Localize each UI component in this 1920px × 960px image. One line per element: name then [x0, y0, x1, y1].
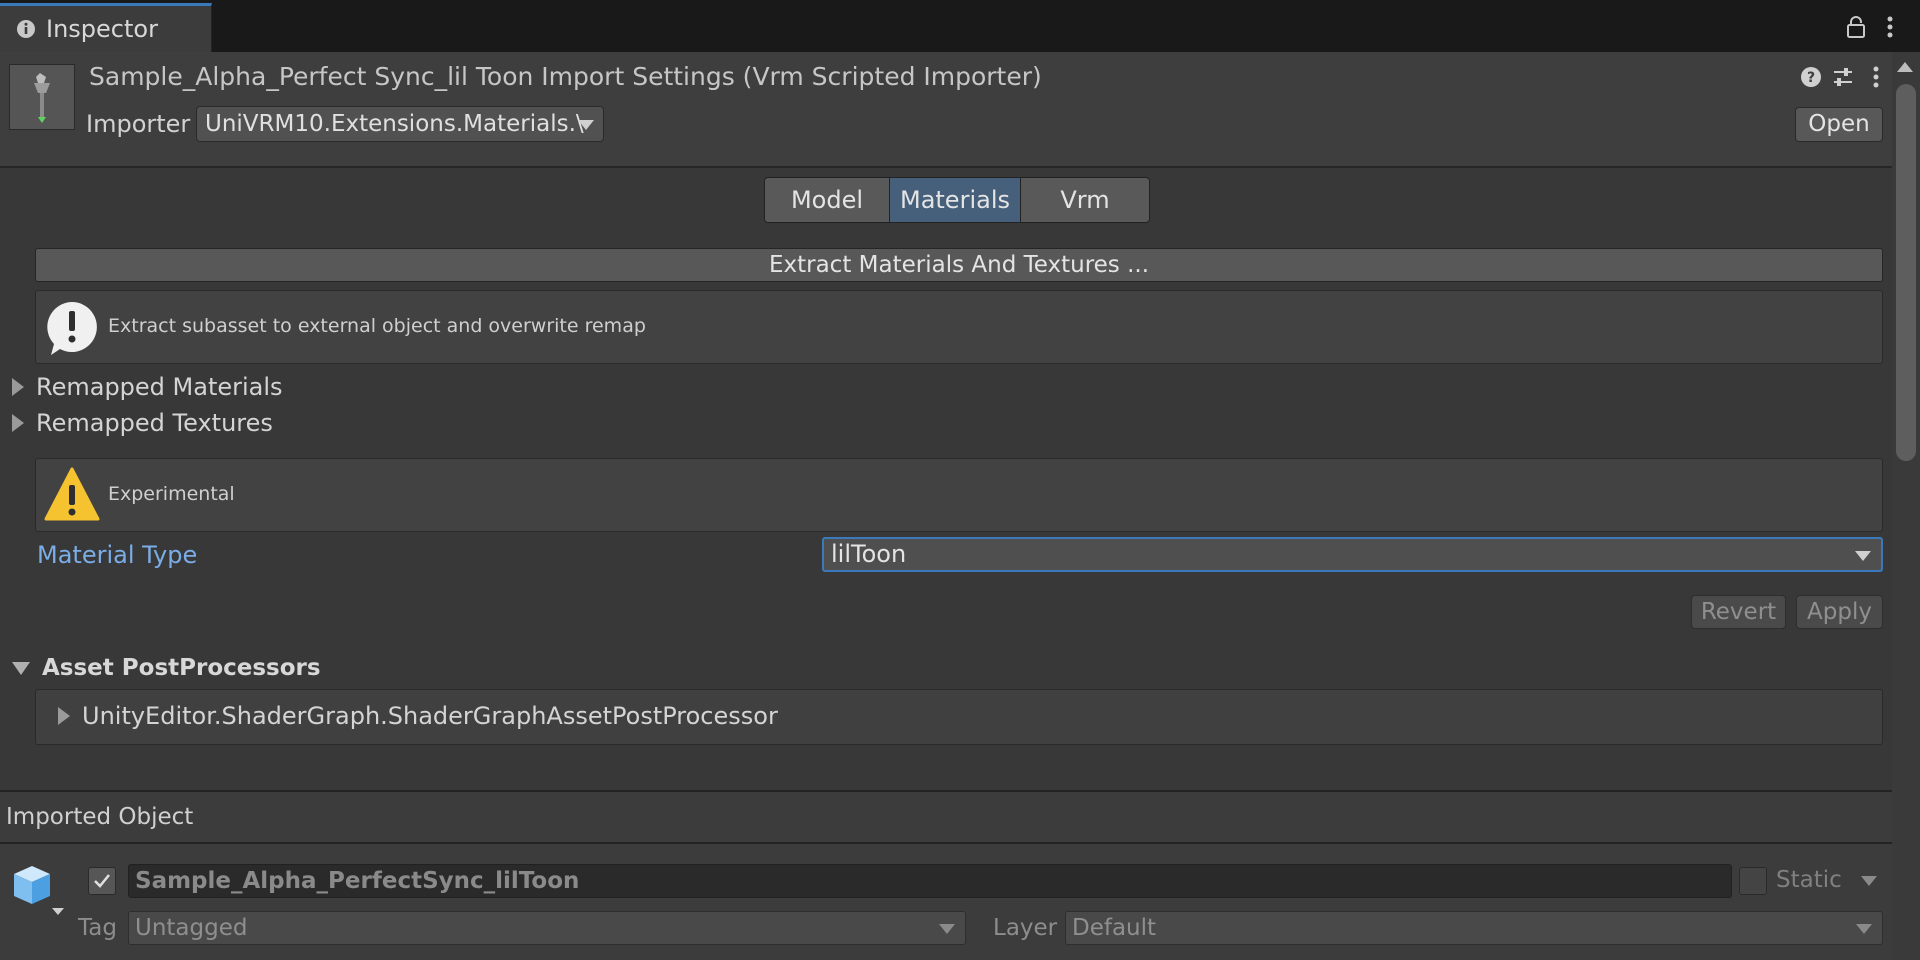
remapped-textures-foldout[interactable]: Remapped Textures: [12, 409, 273, 437]
material-type-dropdown[interactable]: lilToon: [822, 537, 1883, 572]
static-dropdown-chevron-icon[interactable]: [1861, 876, 1877, 886]
postprocessor-item-label: UnityEditor.ShaderGraph.ShaderGraphAsset…: [82, 702, 778, 730]
tab-materials[interactable]: Materials: [890, 178, 1021, 222]
preset-icon[interactable]: [1832, 66, 1854, 88]
remapped-materials-foldout[interactable]: Remapped Materials: [12, 373, 283, 401]
layer-dropdown[interactable]: Default: [1065, 911, 1883, 945]
asset-postprocessors-foldout[interactable]: Asset PostProcessors: [12, 655, 321, 681]
tag-dropdown[interactable]: Untagged: [128, 911, 966, 945]
tab-inspector[interactable]: Inspector: [0, 3, 212, 52]
lock-icon[interactable]: [1846, 15, 1866, 39]
inspector-header: Sample_Alpha_Perfect Sync_lil Toon Impor…: [0, 52, 1892, 168]
imported-object-label: Imported Object: [6, 804, 194, 830]
active-checkbox[interactable]: [88, 867, 116, 895]
importer-dropdown[interactable]: UniVRM10.Extensions.Materials.\: [196, 106, 604, 142]
prefab-cube-icon[interactable]: [10, 862, 66, 920]
chevron-down-icon: [12, 661, 30, 675]
extract-helpbox: Extract subasset to external object and …: [35, 290, 1883, 364]
editor-tab-bar: Inspector: [0, 0, 1920, 52]
static-label: Static: [1776, 867, 1842, 893]
chevron-down-icon: [578, 120, 594, 130]
asset-postprocessors-title: Asset PostProcessors: [42, 655, 321, 681]
scroll-up-arrow-icon[interactable]: [1897, 62, 1913, 72]
layer-value: Default: [1072, 915, 1157, 941]
remapped-textures-label: Remapped Textures: [36, 409, 273, 437]
tab-inspector-label: Inspector: [46, 15, 158, 43]
tab-model[interactable]: Model: [765, 178, 890, 222]
importer-tabs: Model Materials Vrm: [764, 177, 1150, 223]
extract-materials-button[interactable]: Extract Materials And Textures ...: [35, 248, 1883, 282]
more-options-icon[interactable]: [1886, 15, 1894, 39]
experimental-helpbox: Experimental: [35, 458, 1883, 532]
scrollbar-thumb[interactable]: [1896, 84, 1916, 461]
asset-thumbnail: [9, 64, 75, 130]
chevron-down-icon: [939, 924, 955, 934]
postprocessor-item[interactable]: UnityEditor.ShaderGraph.ShaderGraphAsset…: [58, 702, 778, 730]
extract-help-text: Extract subasset to external object and …: [108, 315, 646, 337]
info-bubble-icon: [44, 299, 100, 357]
object-name-field[interactable]: Sample_Alpha_PerfectSync_lilToon: [128, 864, 1732, 898]
checkmark-icon: [94, 874, 110, 888]
svg-text:?: ?: [1807, 70, 1815, 86]
header-more-icon[interactable]: [1872, 66, 1880, 88]
tab-vrm[interactable]: Vrm: [1021, 178, 1149, 222]
imported-object-header: Imported Object: [0, 790, 1892, 844]
warning-icon: [44, 465, 100, 523]
chevron-right-icon: [12, 414, 24, 432]
info-icon: [16, 19, 36, 39]
chevron-right-icon: [58, 707, 70, 725]
importer-value: UniVRM10.Extensions.Materials.\: [205, 111, 584, 137]
remapped-materials-label: Remapped Materials: [36, 373, 283, 401]
open-button[interactable]: Open: [1795, 107, 1883, 142]
tag-label: Tag: [78, 915, 117, 941]
page-title: Sample_Alpha_Perfect Sync_lil Toon Impor…: [89, 62, 1042, 91]
chevron-down-icon: [1856, 924, 1872, 934]
static-checkbox[interactable]: [1739, 867, 1767, 895]
postprocessor-list: UnityEditor.ShaderGraph.ShaderGraphAsset…: [35, 689, 1883, 745]
chevron-right-icon: [12, 378, 24, 396]
chevron-down-icon: [1855, 551, 1871, 561]
revert-button[interactable]: Revert: [1691, 595, 1786, 629]
imported-object-panel: Sample_Alpha_PerfectSync_lilToon Static …: [0, 844, 1892, 960]
material-type-label: Material Type: [37, 541, 198, 569]
importer-label: Importer: [86, 110, 191, 138]
help-icon[interactable]: ?: [1800, 66, 1822, 88]
tag-value: Untagged: [135, 915, 248, 941]
apply-button[interactable]: Apply: [1796, 595, 1883, 629]
layer-label: Layer: [993, 915, 1058, 941]
material-type-value: lilToon: [831, 540, 907, 568]
experimental-text: Experimental: [108, 483, 235, 505]
